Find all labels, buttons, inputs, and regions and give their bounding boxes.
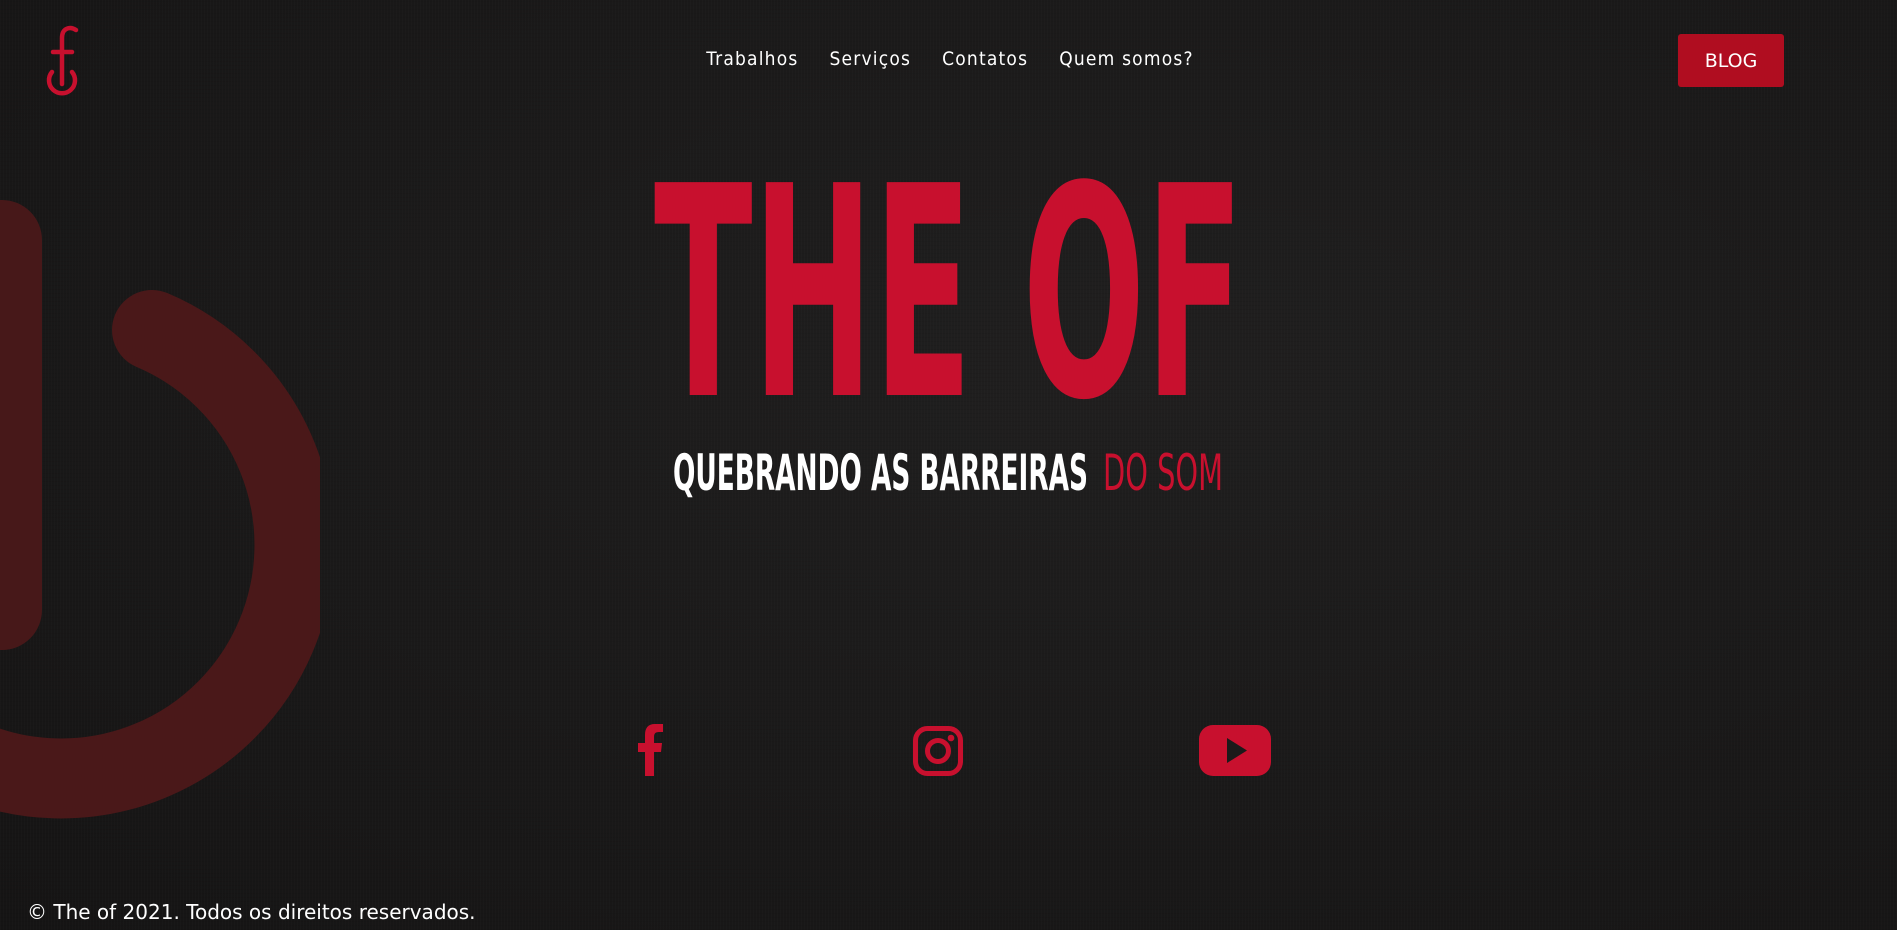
- nav-item-contatos[interactable]: Contatos: [942, 48, 1028, 70]
- hero-title: THE OF: [654, 150, 1244, 420]
- footer-copyright: © The of 2021. Todos os direitos reserva…: [27, 900, 476, 924]
- tagline-accent: DO SOM: [1103, 444, 1223, 502]
- nav-item-quem-somos[interactable]: Quem somos?: [1059, 48, 1194, 70]
- tagline-main: QUEBRANDO AS BARREIRAS: [673, 444, 1088, 502]
- hero-tagline: QUEBRANDO AS BARREIRAS DO SOM: [673, 444, 1223, 502]
- instagram-icon[interactable]: [913, 726, 963, 776]
- nav-item-servicos[interactable]: Serviços: [829, 48, 911, 70]
- nav-item-trabalhos[interactable]: Trabalhos: [706, 48, 798, 70]
- main-nav: Trabalhos Serviços Contatos Quem somos?: [680, 48, 1220, 70]
- facebook-icon[interactable]: [637, 724, 663, 776]
- background-logo-mark: [0, 200, 320, 819]
- youtube-icon[interactable]: [1199, 725, 1271, 776]
- hero-title-text: THE OF: [654, 150, 1244, 420]
- blog-button[interactable]: BLOG: [1678, 34, 1784, 87]
- brand-logo[interactable]: [40, 24, 90, 96]
